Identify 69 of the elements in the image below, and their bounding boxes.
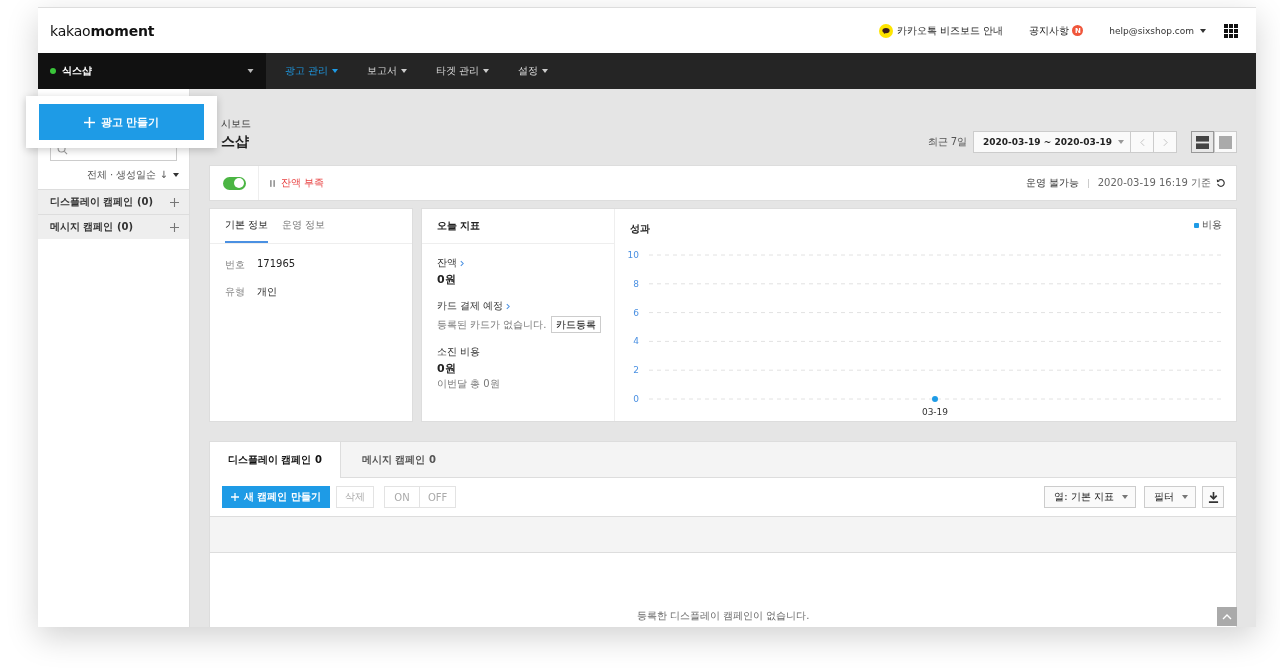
card-note: 등록된 카드가 없습니다. xyxy=(437,318,547,332)
caret-icon[interactable] xyxy=(173,173,179,177)
balance-link[interactable]: 잔액 xyxy=(437,256,457,270)
bizboard-guide-link[interactable]: 카카오톡 비즈보드 안내 xyxy=(896,23,1004,38)
sort-option[interactable]: 전체 · 생성일순 ↓ xyxy=(86,168,168,182)
x-tick-label: 03-19 xyxy=(921,407,949,417)
caret-icon[interactable] xyxy=(332,69,339,73)
caret-icon[interactable] xyxy=(401,69,408,73)
empty-message: 등록한 디스플레이 캠페인이 없습니다. xyxy=(636,610,810,621)
campaign-tab[interactable]: 메시지 캠페인 0 xyxy=(340,442,457,477)
field-label: 번호 xyxy=(225,258,246,272)
y-tick-label: 0 xyxy=(633,394,639,404)
ad-account-selector[interactable]: 식스샵 xyxy=(38,53,266,89)
caret-icon[interactable] xyxy=(483,69,490,73)
pause-icon xyxy=(270,179,275,187)
rows-icon[interactable] xyxy=(1196,135,1209,149)
balance-value: 0원 xyxy=(437,272,456,287)
info-tab[interactable]: 기본 정보 xyxy=(225,209,269,243)
breadcrumb[interactable]: 시보드 xyxy=(221,118,251,129)
filter-select[interactable]: 필터 xyxy=(1144,486,1196,508)
caret-icon[interactable] xyxy=(542,69,549,73)
campaign-tab[interactable]: 디스플레이 캠페인 0 xyxy=(210,442,341,478)
card-payment-link[interactable]: 카드 결제 예정 xyxy=(437,299,504,313)
info-tab[interactable]: 운영 정보 xyxy=(282,209,326,243)
nav-menu[interactable]: 설정 xyxy=(518,64,539,78)
chevron-right-icon[interactable] xyxy=(506,302,511,310)
monthly-spend-note: 이번달 총 0원 xyxy=(437,377,500,391)
timestamp: 2020-03-19 16:19 기준 xyxy=(1097,176,1211,190)
operation-status: 운영 불가능 xyxy=(1025,176,1079,190)
register-card-button[interactable]: 카드등록 xyxy=(550,316,601,333)
legend-label: 비용 xyxy=(1202,218,1222,232)
field-value: 171965 xyxy=(257,258,296,271)
y-tick-label: 10 xyxy=(627,250,639,260)
account-name: 식스샵 xyxy=(62,64,92,78)
rows-view-button[interactable] xyxy=(1191,131,1214,153)
field-label: 유형 xyxy=(225,285,246,299)
download-icon[interactable] xyxy=(1207,491,1219,503)
apps-grid-icon[interactable] xyxy=(1224,23,1238,38)
caret-icon[interactable] xyxy=(1200,28,1206,33)
nav-menu[interactable]: 타겟 관리 xyxy=(436,64,480,78)
chevron-up-icon[interactable] xyxy=(1222,613,1232,620)
plus-icon[interactable] xyxy=(170,222,179,232)
chart-title: 성과 xyxy=(630,222,650,236)
chat-bubble-icon xyxy=(878,23,893,38)
nav-menu[interactable]: 광고 관리 xyxy=(285,64,329,78)
page-title: 스샵 xyxy=(221,133,249,149)
period-label: 최근 7일 xyxy=(927,135,968,149)
spend-value: 0원 xyxy=(437,361,456,376)
chevron-right-icon[interactable] xyxy=(460,259,464,267)
refresh-icon[interactable] xyxy=(1216,178,1226,188)
data-point xyxy=(932,396,938,402)
caret-icon[interactable] xyxy=(247,69,254,73)
account-menu[interactable]: help@sixshop.com xyxy=(1109,25,1194,36)
nav-menu[interactable]: 보고서 xyxy=(367,64,398,78)
square-icon[interactable] xyxy=(1219,135,1232,149)
download-button[interactable] xyxy=(1202,486,1224,508)
card-title: 오늘 지표 xyxy=(437,219,481,233)
y-tick-label: 4 xyxy=(633,336,639,347)
campaign-toggle[interactable] xyxy=(222,176,246,190)
spend-label: 소진 비용 xyxy=(437,345,481,359)
status-text: 잔액 부족 xyxy=(281,176,325,190)
notice-link[interactable]: 공지사항 xyxy=(1029,23,1070,38)
y-tick-label: 6 xyxy=(633,307,639,318)
plus-icon[interactable] xyxy=(170,197,179,207)
y-tick-label: 2 xyxy=(633,365,639,376)
column-select[interactable]: 열: 기본 지표 xyxy=(1044,486,1136,508)
y-tick-label: 8 xyxy=(633,278,639,289)
field-value: 개인 xyxy=(257,285,277,299)
kakaomoment-logo[interactable]: kakaomoment xyxy=(50,22,155,39)
